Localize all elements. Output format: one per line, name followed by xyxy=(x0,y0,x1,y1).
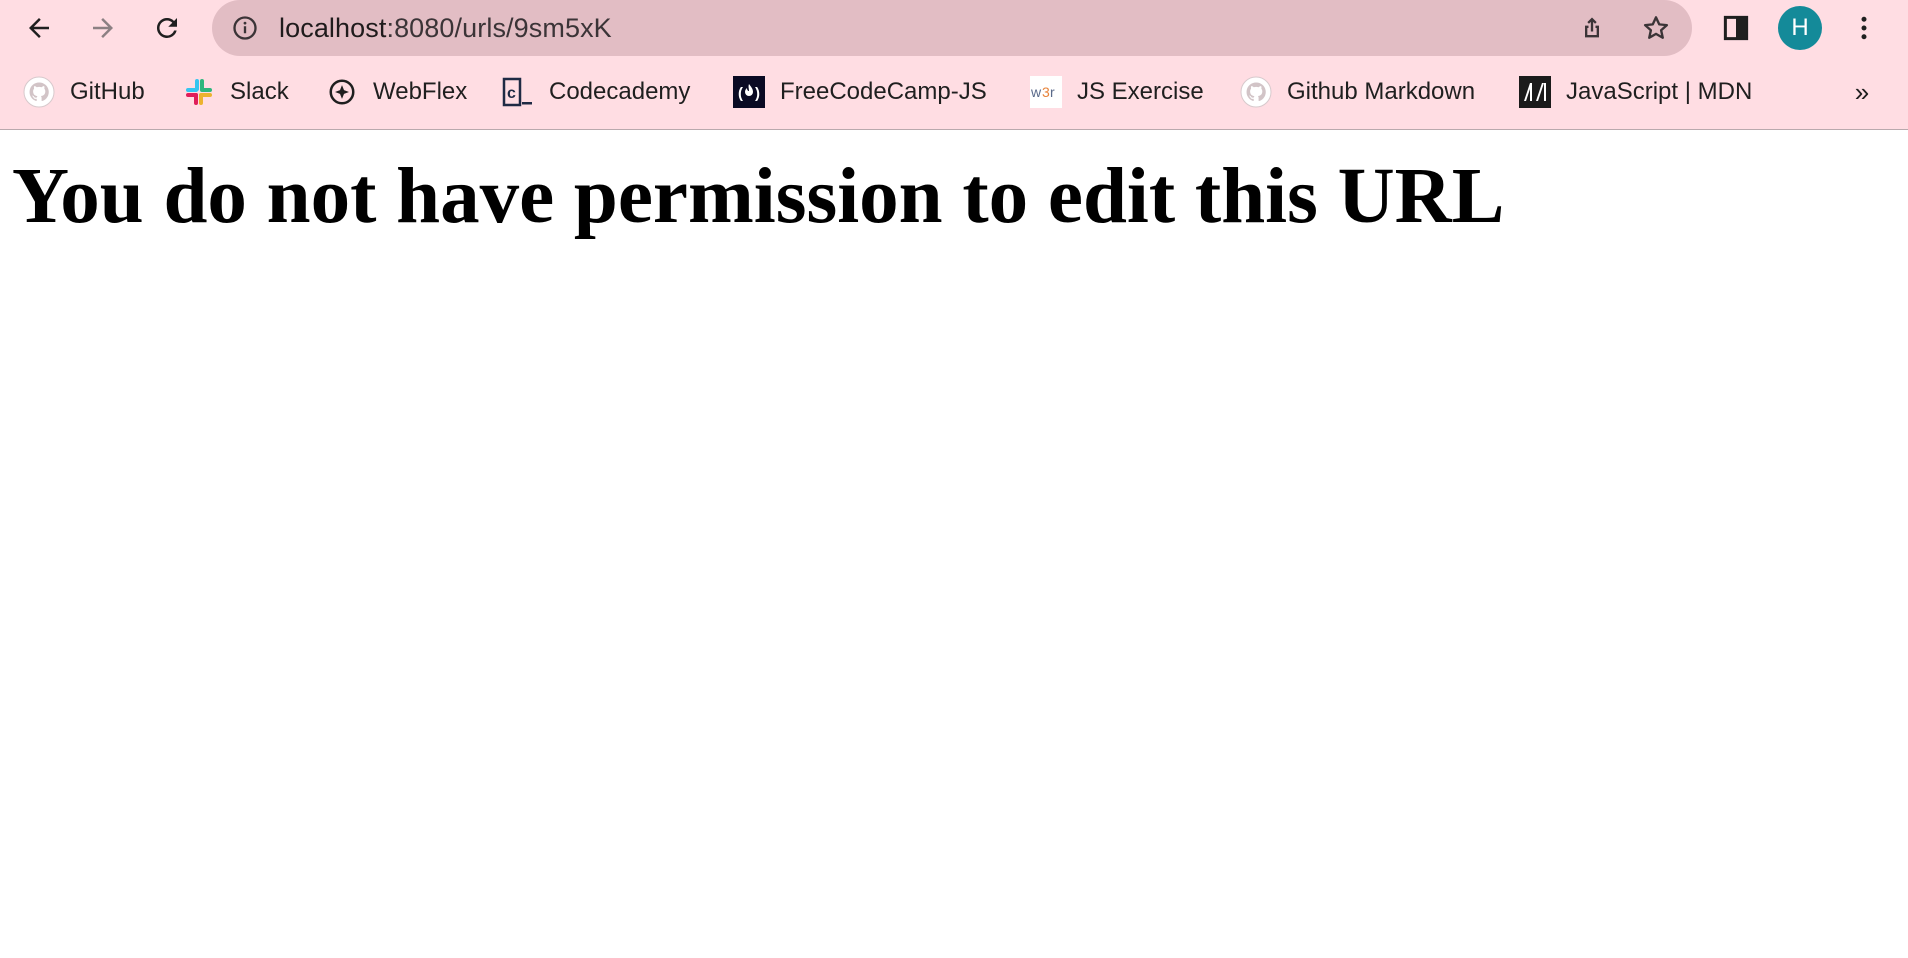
page-content: You do not have permission to edit this … xyxy=(0,131,1908,958)
bookmark-js-exercise[interactable]: w3r JS Exercise xyxy=(1030,72,1204,112)
bookmark-codecademy[interactable]: c Codecademy xyxy=(502,72,690,112)
bookmark-mdn[interactable]: JavaScript | MDN xyxy=(1519,72,1752,112)
svg-text:3: 3 xyxy=(1042,84,1050,100)
bookmark-label: GitHub xyxy=(70,78,145,105)
bookmark-label: Github Markdown xyxy=(1287,78,1476,105)
svg-text:w: w xyxy=(1030,84,1042,100)
bookmark-label: JS Exercise xyxy=(1077,78,1204,105)
url-host: localhost xyxy=(279,12,387,43)
page-heading: You do not have permission to edit this … xyxy=(12,153,1505,240)
side-panel-icon xyxy=(1723,15,1749,41)
site-info-button[interactable] xyxy=(223,6,267,50)
svg-text:): ) xyxy=(755,85,760,102)
github-icon xyxy=(23,76,55,108)
bookmark-label: WebFlex xyxy=(373,78,468,105)
share-icon xyxy=(1585,17,1599,38)
bookmark-webflex[interactable]: WebFlex xyxy=(326,72,467,112)
browser-toolbar: localhost:8080/urls/9sm5xK H xyxy=(0,0,1908,56)
codecademy-icon: c xyxy=(502,76,534,108)
mdn-icon xyxy=(1519,76,1551,108)
star-icon xyxy=(1643,16,1669,39)
slack-icon xyxy=(183,76,215,108)
bookmark-freecodecamp[interactable]: () FreeCodeCamp-JS xyxy=(733,72,987,112)
svg-text:r: r xyxy=(1050,84,1055,100)
bookmark-star-button[interactable] xyxy=(1634,6,1678,50)
back-icon xyxy=(29,18,49,38)
bookmarks-overflow-button[interactable]: » xyxy=(1847,72,1877,112)
github-icon xyxy=(1240,76,1272,108)
bookmark-label: FreeCodeCamp-JS xyxy=(780,78,987,105)
url-path: :8080/urls/9sm5xK xyxy=(386,12,612,43)
address-bar[interactable]: localhost:8080/urls/9sm5xK xyxy=(212,0,1692,56)
browser-menu-button[interactable] xyxy=(1841,5,1887,51)
bookmark-label: Slack xyxy=(230,78,289,105)
bookmark-slack[interactable]: Slack xyxy=(183,72,289,112)
info-icon xyxy=(233,16,257,40)
forward-icon xyxy=(93,18,113,38)
webflex-icon xyxy=(326,76,358,108)
side-panel-button[interactable] xyxy=(1713,5,1759,51)
bookmark-label: Codecademy xyxy=(549,78,691,105)
bookmarks-bar: GitHub Slack WebFlex c Codecademy () Fr… xyxy=(0,72,1908,112)
bookmark-github[interactable]: GitHub xyxy=(23,72,145,112)
kebab-menu-icon xyxy=(1861,16,1867,40)
bookmark-label: JavaScript | MDN xyxy=(1566,78,1753,105)
forward-button[interactable] xyxy=(80,5,126,51)
address-bar-actions xyxy=(1570,6,1678,50)
share-button[interactable] xyxy=(1570,6,1614,50)
profile-avatar[interactable]: H xyxy=(1778,6,1822,50)
bookmark-github-markdown[interactable]: Github Markdown xyxy=(1240,72,1475,112)
back-button[interactable] xyxy=(16,5,62,51)
freecodecamp-icon: () xyxy=(733,76,765,108)
w3resource-icon: w3r xyxy=(1030,76,1062,108)
reload-icon xyxy=(156,17,177,38)
svg-text:c: c xyxy=(507,85,516,102)
svg-text:(: ( xyxy=(738,85,743,102)
browser-chrome: localhost:8080/urls/9sm5xK H GitHub Slac… xyxy=(0,0,1908,130)
reload-button[interactable] xyxy=(144,5,190,51)
url-text[interactable]: localhost:8080/urls/9sm5xK xyxy=(279,13,612,44)
